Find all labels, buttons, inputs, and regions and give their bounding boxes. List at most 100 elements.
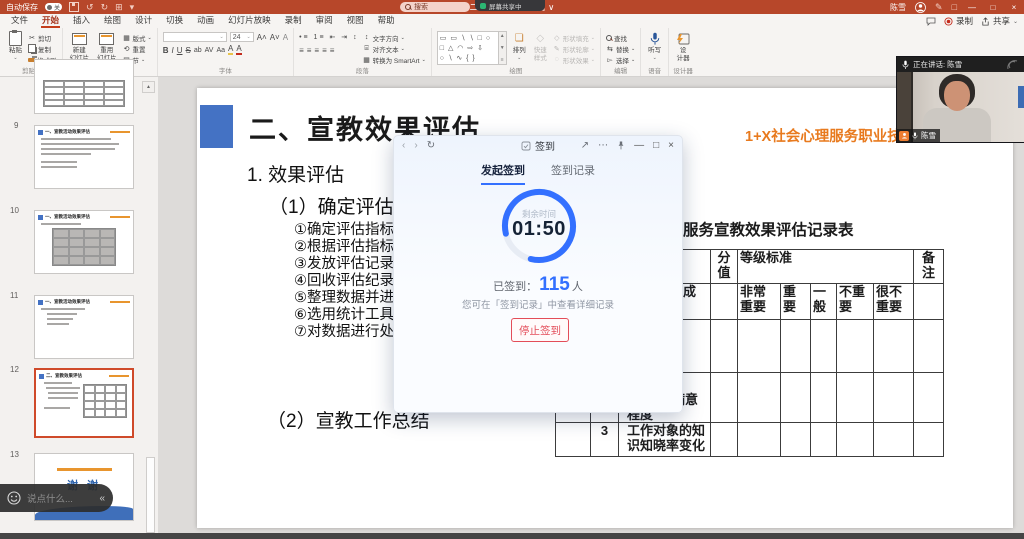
back-icon[interactable]: ‹ xyxy=(402,140,405,151)
select-button[interactable]: ▻选择⌄ xyxy=(606,55,635,64)
shape-effects-button[interactable]: ◌形状效果⌄ xyxy=(553,55,595,64)
thumbnail-scroll-up-button[interactable]: ▲ xyxy=(142,81,155,93)
align-right-icon[interactable]: ≡ xyxy=(314,46,319,55)
reset-button[interactable]: ⟲重置 xyxy=(123,44,152,53)
strikethrough-button[interactable]: S xyxy=(186,46,191,55)
copy-button[interactable]: 复制 xyxy=(28,44,57,53)
layout-button[interactable]: ▦版式⌄ xyxy=(123,33,152,42)
dialog-maximize-icon[interactable]: □ xyxy=(653,140,659,151)
dialog-share-icon[interactable]: ↗ xyxy=(581,140,589,151)
slide-thumbnail-partial[interactable] xyxy=(34,59,134,114)
tab-view[interactable]: 视图 xyxy=(340,14,371,28)
undo-icon[interactable]: ↺ xyxy=(86,3,94,12)
designer-button[interactable]: 设 计器 xyxy=(674,31,692,62)
search-box[interactable]: 搜索 xyxy=(400,2,470,12)
find-button[interactable]: 查找 xyxy=(606,33,635,42)
avatar[interactable] xyxy=(915,2,926,13)
shape-fill-button[interactable]: ◇形状填充⌄ xyxy=(553,33,595,42)
tab-file[interactable]: 文件 xyxy=(4,14,35,28)
slide-heading-1[interactable]: 1. 效果评估 xyxy=(247,160,344,187)
underline-button[interactable]: U xyxy=(177,46,183,55)
slide-thumbnail-10[interactable]: 一、宣教活动效果评估 xyxy=(34,210,134,274)
stop-signin-button[interactable]: 停止签到 xyxy=(511,318,569,342)
redo-icon[interactable]: ↻ xyxy=(101,3,109,12)
shape-gallery[interactable]: ▭ ▭ ∖ ∖ □ ○ □ △ ◠ ⇨ ⇩ ○ ∖ ∿ { } xyxy=(437,31,499,65)
reuse-slides-button[interactable]: 重用 幻灯片 xyxy=(95,31,119,62)
grow-font-button[interactable]: A˄ xyxy=(257,33,267,42)
highlight-color-button[interactable]: A xyxy=(228,45,233,55)
emoji-icon[interactable] xyxy=(7,491,21,505)
font-size-select[interactable]: 24⌄ xyxy=(230,32,254,42)
char-spacing-button[interactable]: AV xyxy=(205,47,214,54)
tab-slideshow[interactable]: 幻灯片放映 xyxy=(221,14,278,28)
shape-gallery-scroll[interactable]: ▲ ▼ ≡ xyxy=(499,31,507,65)
font-name-select[interactable]: ⌄ xyxy=(163,32,227,42)
tab-home[interactable]: 开始 xyxy=(35,14,66,28)
slide-thumbnail-11[interactable]: 一、宣教活动效果评估 xyxy=(34,295,134,359)
pencil-icon[interactable]: ✎ xyxy=(935,3,943,12)
tab-design[interactable]: 设计 xyxy=(128,14,159,28)
quick-access-icon[interactable]: ⊞ xyxy=(115,3,123,12)
shrink-font-button[interactable]: A˅ xyxy=(270,33,280,42)
change-case-button[interactable]: Aa xyxy=(216,47,225,54)
new-slide-button[interactable]: 新建 幻灯片 xyxy=(68,31,92,62)
ribbon-options-icon[interactable]: □ xyxy=(952,3,957,12)
tab-record[interactable]: 录制 xyxy=(278,14,309,28)
tab-animations[interactable]: 动画 xyxy=(190,14,221,28)
shape-outline-button[interactable]: ✎形状轮廓⌄ xyxy=(553,44,595,53)
tab-review[interactable]: 审阅 xyxy=(309,14,340,28)
text-shadow-button[interactable]: ab xyxy=(194,47,202,54)
list-buttons[interactable]: •≡ 1≡ ⇤ ⇥ ↕ xyxy=(299,33,359,41)
pin-icon[interactable] xyxy=(617,141,625,150)
quick-styles-button[interactable]: ◇ 快速 样式 xyxy=(532,31,549,62)
bold-button[interactable]: B xyxy=(163,46,169,55)
meeting-overlay-pill[interactable]: 屏幕共享中 xyxy=(475,0,545,11)
smartart-button[interactable]: ▦转换为 SmartArt⌄ xyxy=(363,55,426,64)
chat-placeholder[interactable]: 说点什么... xyxy=(27,491,93,505)
alignment-buttons[interactable]: ≡ ≡ ≡ ≡ ≡ xyxy=(299,44,359,56)
refresh-icon[interactable]: ↻ xyxy=(427,140,435,151)
tab-insert[interactable]: 插入 xyxy=(66,14,97,28)
text-direction-button[interactable]: ↕文字方向⌄ xyxy=(363,33,426,42)
slide-thumbnail-9[interactable]: 一、宣教活动效果评估 xyxy=(34,125,134,189)
quick-access-chevron-icon[interactable]: ▾ xyxy=(130,3,135,12)
more-icon[interactable]: ⋯ xyxy=(598,140,608,151)
close-button[interactable]: × xyxy=(1008,3,1020,12)
tab-draw[interactable]: 绘图 xyxy=(97,14,128,28)
forward-icon[interactable]: › xyxy=(414,140,417,151)
justify-icon[interactable]: ≡ xyxy=(322,46,327,55)
font-color-button[interactable]: A xyxy=(236,45,241,55)
save-icon[interactable] xyxy=(69,2,79,12)
comment-icon[interactable] xyxy=(926,17,936,26)
tab-transitions[interactable]: 切换 xyxy=(159,14,190,28)
arrange-button[interactable]: ❏ 排列 ⌄ xyxy=(511,31,528,62)
dialog-minimize-icon[interactable]: — xyxy=(634,140,644,151)
signin-dialog[interactable]: ‹ › ↻ ↗ ⋯ — □ × 签到 发起签到 签到记录 剩余时间 01:50 … xyxy=(393,135,683,413)
signin-hint: 您可在「签到记录」中查看详细记录 xyxy=(394,297,682,311)
thumbnail-scrollbar-thumb[interactable] xyxy=(146,457,155,533)
replace-button[interactable]: ⇆替换⌄ xyxy=(606,44,635,53)
autosave-toggle[interactable]: 关 xyxy=(45,3,62,11)
dictate-button[interactable]: 听写 ⌄ xyxy=(646,31,663,62)
align-left-icon[interactable]: ≡ xyxy=(299,46,304,55)
dialog-close-icon[interactable]: × xyxy=(668,140,674,151)
maximize-button[interactable]: □ xyxy=(987,3,999,12)
clear-format-button[interactable]: A xyxy=(283,33,288,42)
columns-icon[interactable]: ≡ xyxy=(330,46,335,55)
paste-button[interactable]: 粘贴 ⌄ xyxy=(7,31,24,62)
share-button[interactable]: 共享 ⌄ xyxy=(981,15,1018,27)
tab-start-signin[interactable]: 发起签到 xyxy=(481,162,525,185)
record-button[interactable]: 录制 xyxy=(944,15,973,27)
slide-step-list[interactable]: ①确定评估指标 ②根据评估指标 ③发放评估记录 ④回收评估纪录 ⑤整理数据并进 … xyxy=(294,222,394,341)
cut-button[interactable]: ✂剪切 xyxy=(28,33,57,42)
align-text-button[interactable]: ⌸对齐文本⌄ xyxy=(363,44,426,53)
tab-help[interactable]: 帮助 xyxy=(371,14,402,28)
italic-button[interactable]: I xyxy=(171,46,173,55)
chat-collapse-icon[interactable]: « xyxy=(99,493,105,504)
slide-thumbnail-12-selected[interactable]: 二、宣教效果评估 xyxy=(34,368,134,438)
chat-quick-input[interactable]: 说点什么... « xyxy=(0,484,113,512)
minimize-button[interactable]: — xyxy=(966,3,978,12)
tab-signin-records[interactable]: 签到记录 xyxy=(551,162,595,185)
align-center-icon[interactable]: ≡ xyxy=(307,46,312,55)
webcam-overlay[interactable]: 正在讲话: 陈雪 陈雪 xyxy=(897,57,1024,142)
